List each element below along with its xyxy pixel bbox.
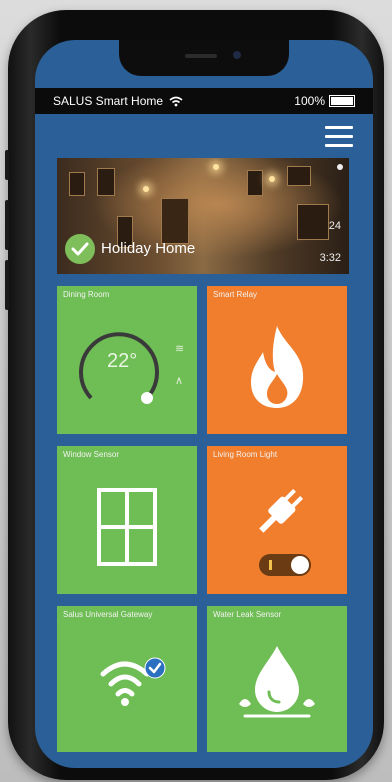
building-window bbox=[287, 166, 311, 186]
hamburger-menu-icon[interactable] bbox=[325, 126, 353, 148]
tile-label: Smart Relay bbox=[213, 290, 258, 299]
window-icon bbox=[97, 488, 157, 566]
flame-icon bbox=[251, 326, 304, 408]
notch bbox=[119, 40, 289, 76]
front-camera bbox=[233, 51, 241, 59]
check-icon bbox=[65, 234, 95, 264]
street-lamp bbox=[213, 164, 219, 170]
indicator-dot bbox=[337, 164, 343, 170]
app-screen: SALUS Smart Home 100% Holiday Home 24 3:… bbox=[35, 40, 373, 768]
volume-down-button bbox=[5, 260, 9, 310]
tile-window-sensor[interactable]: Window Sensor bbox=[57, 446, 197, 594]
plug-icon bbox=[259, 488, 304, 533]
volume-up-button bbox=[5, 200, 9, 250]
building-window bbox=[97, 168, 115, 196]
building-window bbox=[247, 170, 263, 196]
tile-water-leak-sensor[interactable]: Water Leak Sensor bbox=[207, 606, 347, 752]
tile-label: Salus Universal Gateway bbox=[63, 610, 153, 619]
water-drop-icon bbox=[239, 646, 315, 718]
status-bar: SALUS Smart Home 100% bbox=[35, 88, 373, 114]
building-window bbox=[297, 204, 329, 240]
carrier-label: SALUS Smart Home bbox=[53, 94, 164, 108]
banner-value-bottom: 3:32 bbox=[319, 252, 341, 264]
battery-icon bbox=[329, 95, 355, 107]
tile-living-room-light[interactable]: Living Room Light bbox=[207, 446, 347, 594]
home-banner[interactable]: Holiday Home 24 3:32 bbox=[57, 158, 349, 274]
tile-dining-room-thermostat[interactable]: Dining Room 22° ≋ ∧ bbox=[57, 286, 197, 434]
tile-smart-relay[interactable]: Smart Relay bbox=[207, 286, 347, 434]
setpoint-temperature: 22° bbox=[107, 350, 138, 372]
building-door bbox=[161, 198, 189, 244]
tile-label: Dining Room bbox=[63, 290, 110, 299]
speaker bbox=[185, 54, 217, 58]
light-toggle[interactable] bbox=[259, 554, 311, 576]
home-title: Holiday Home bbox=[101, 240, 196, 257]
tile-label: Water Leak Sensor bbox=[213, 610, 282, 619]
tile-salus-universal-gateway[interactable]: Salus Universal Gateway bbox=[57, 606, 197, 752]
banner-value-top: 24 bbox=[328, 220, 341, 232]
wifi-icon bbox=[169, 96, 183, 106]
battery-percent: 100% bbox=[294, 94, 325, 108]
tile-label: Living Room Light bbox=[213, 450, 278, 459]
minus-icon[interactable]: ∧ bbox=[175, 374, 183, 387]
street-lamp bbox=[269, 176, 275, 182]
tile-label: Window Sensor bbox=[63, 450, 120, 459]
plus-icon[interactable]: ≋ bbox=[175, 342, 184, 355]
wifi-check-icon bbox=[100, 657, 166, 706]
street-lamp bbox=[143, 186, 149, 192]
phone-frame: SALUS Smart Home 100% Holiday Home 24 3:… bbox=[5, 10, 384, 780]
building-window bbox=[69, 172, 85, 196]
mute-switch bbox=[5, 150, 9, 180]
